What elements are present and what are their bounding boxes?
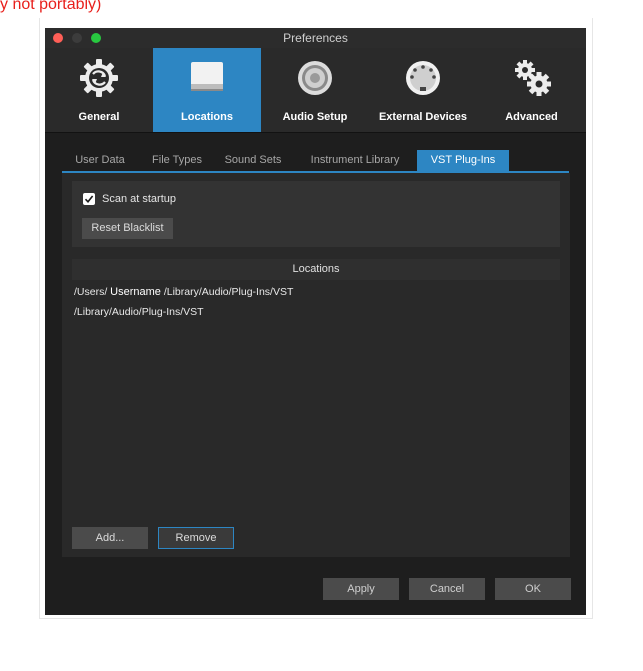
apply-button[interactable]: Apply xyxy=(323,578,399,600)
toolbar-item-external-devices[interactable]: External Devices xyxy=(369,48,477,132)
scan-at-startup-label: Scan at startup xyxy=(102,193,176,205)
tab-file-types[interactable]: File Types xyxy=(142,150,212,171)
checkmark-icon xyxy=(84,195,94,204)
tab-instrument-library[interactable]: Instrument Library xyxy=(296,150,414,171)
location-suffix: /Library/Audio/Plug-Ins/VST xyxy=(160,286,294,298)
location-prefix: /Users/ xyxy=(74,286,111,298)
preferences-tabs: User Data File Types Sound Sets Instrume… xyxy=(62,150,569,173)
toolbar-item-audio-setup[interactable]: Audio Setup xyxy=(261,48,369,132)
location-row[interactable]: /Users/ Username /Library/Audio/Plug-Ins… xyxy=(74,284,558,304)
vst-plugins-panel: Scan at startup Reset Blacklist Location… xyxy=(62,173,570,557)
speaker-icon xyxy=(298,61,332,95)
checkbox-box[interactable] xyxy=(83,193,95,205)
toolbar-label-audio-setup: Audio Setup xyxy=(282,111,348,123)
cancel-button[interactable]: Cancel xyxy=(409,578,485,600)
locations-list[interactable]: /Users/ Username /Library/Audio/Plug-Ins… xyxy=(74,284,558,324)
toolbar-label-locations: Locations xyxy=(181,111,233,123)
toolbar-item-advanced[interactable]: Advanced xyxy=(477,48,586,132)
gear-sync-icon xyxy=(80,59,118,97)
tab-user-data[interactable]: User Data xyxy=(62,150,138,171)
add-button[interactable]: Add... xyxy=(72,527,148,549)
remove-button[interactable]: Remove xyxy=(158,527,234,549)
window-title: Preferences xyxy=(283,31,348,45)
midi-port-icon xyxy=(406,61,440,95)
locations-header: Locations xyxy=(72,259,560,280)
location-row[interactable]: /Library/Audio/Plug-Ins/VST xyxy=(74,304,558,324)
toolbar-label-general: General xyxy=(78,111,120,123)
caption-text: y not portably) xyxy=(0,0,102,13)
scan-options-panel: Scan at startup Reset Blacklist xyxy=(72,181,560,247)
tab-vst-plug-ins[interactable]: VST Plug-Ins xyxy=(417,150,509,171)
location-username: Username xyxy=(110,286,161,298)
toolbar-item-general[interactable]: General xyxy=(45,48,153,132)
preferences-window: Preferences General Locations Audio Setu… xyxy=(45,28,586,615)
gears-icon xyxy=(514,60,551,96)
title-bar: Preferences xyxy=(45,28,586,49)
tab-sound-sets[interactable]: Sound Sets xyxy=(218,150,288,171)
folder-icon xyxy=(191,62,223,91)
toolbar-label-external-devices: External Devices xyxy=(378,111,468,123)
toolbar-label-advanced: Advanced xyxy=(505,111,558,123)
toolbar-item-locations[interactable]: Locations xyxy=(153,48,261,132)
reset-blacklist-button[interactable]: Reset Blacklist xyxy=(82,218,173,239)
location-prefix: /Library/Audio/Plug-Ins/VST xyxy=(74,306,204,318)
preferences-toolbar: General Locations Audio Setup External D… xyxy=(45,48,586,133)
ok-button[interactable]: OK xyxy=(495,578,571,600)
